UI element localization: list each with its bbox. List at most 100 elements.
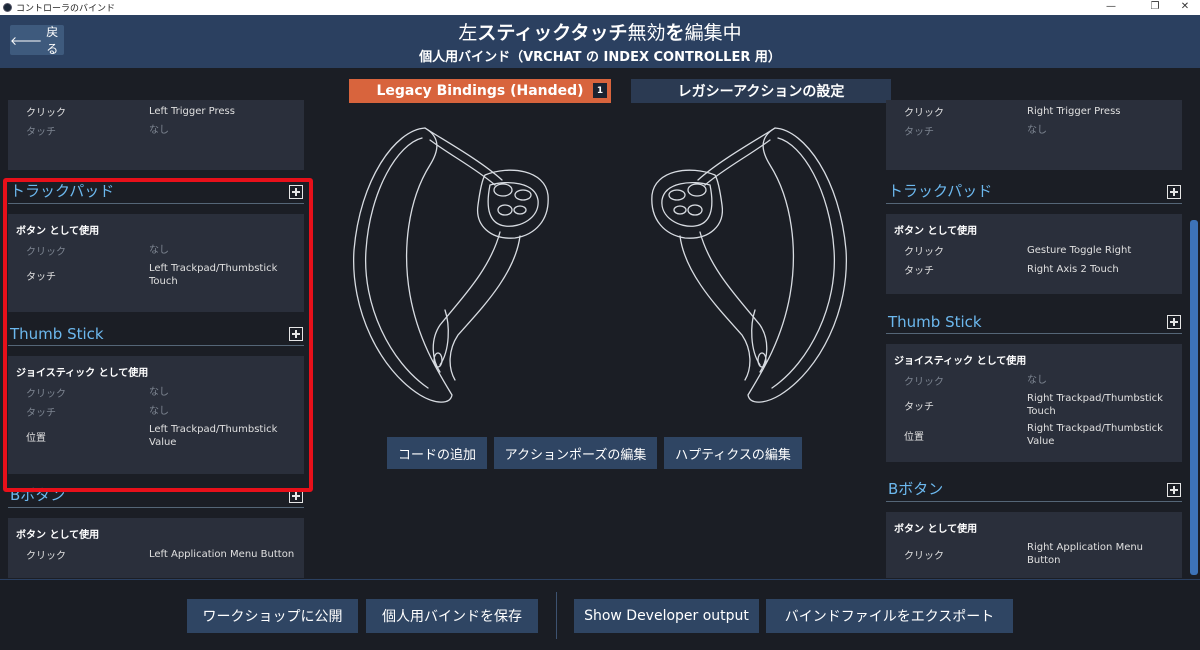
page-subtitle: 個人用バインド（VRCHAT の INDEX CONTROLLER 用） (419, 50, 781, 65)
binding-value[interactable]: なし (149, 386, 296, 399)
binding-row: タッチ なし (16, 123, 296, 138)
page-title: 左スティックタッチ無効を編集中 (0, 18, 1200, 45)
binding-row: クリック なし (16, 385, 296, 400)
plus-icon[interactable] (289, 185, 303, 199)
left-binding-column[interactable]: クリック Left Trigger Press タッチ なし トラックパッド ボ… (8, 100, 304, 578)
section-thumbstick: Thumb Stick (8, 320, 304, 346)
binding-value[interactable]: Left Trackpad/Thumbstick Value (149, 423, 296, 449)
show-developer-output-button[interactable]: Show Developer output (574, 599, 759, 633)
steam-icon (3, 3, 12, 12)
mode-label: ジョイスティック として使用 (16, 368, 149, 379)
binding-value[interactable]: なし (1027, 124, 1174, 137)
binding-row: クリック Left Application Menu Button (16, 547, 296, 562)
right-controller-icon (651, 127, 847, 403)
binding-value[interactable]: Right Axis 2 Touch (1027, 263, 1174, 276)
edit-haptics-button[interactable]: ハプティクスの編集 (664, 437, 802, 469)
binding-row: タッチ なし (16, 404, 296, 419)
minimize-icon[interactable]: — (1096, 0, 1126, 15)
title-prefix: 左 (458, 22, 478, 44)
binding-value[interactable]: なし (1027, 374, 1174, 387)
right-b-button-card[interactable]: ボタン として使用 クリック Right Application Menu Bu… (886, 512, 1182, 578)
binding-value[interactable]: Right Trackpad/Thumbstick Touch (1027, 392, 1174, 418)
tab-legacy-bindings[interactable]: Legacy Bindings (Handed) 1 (349, 79, 611, 103)
page-header: 🡐 戻る 左スティックタッチ無効を編集中 個人用バインド（VRCHAT の IN… (0, 15, 1200, 68)
mode-label: ボタン として使用 (16, 530, 100, 541)
binding-key: クリック (904, 108, 944, 119)
binding-key: クリック (904, 247, 944, 258)
edit-action-pose-button[interactable]: アクションポーズの編集 (494, 437, 657, 469)
binding-key: タッチ (904, 127, 934, 138)
binding-row: タッチ Right Axis 2 Touch (894, 262, 1174, 277)
save-personal-binding-button[interactable]: 個人用バインドを保存 (366, 599, 538, 633)
plus-icon[interactable] (1167, 185, 1181, 199)
section-title: Bボタン (10, 486, 66, 504)
binding-key: タッチ (26, 408, 56, 419)
window-title: コントローラのバインド (16, 4, 116, 14)
binding-value[interactable]: Right Trigger Press (1027, 105, 1174, 118)
plus-icon[interactable] (1167, 315, 1181, 329)
binding-row: タッチ Right Trackpad/Thumbstick Touch (894, 392, 1174, 418)
left-trigger-card: クリック Left Trigger Press タッチ なし (8, 100, 304, 170)
binding-key: クリック (26, 389, 66, 400)
close-icon[interactable]: ✕ (1170, 0, 1200, 15)
binding-value[interactable]: なし (149, 244, 296, 257)
title-suffix: 編集中 (684, 22, 742, 44)
binding-row: タッチ なし (894, 123, 1174, 138)
mode-label: ボタン として使用 (16, 226, 100, 237)
binding-value[interactable]: Right Trackpad/Thumbstick Value (1027, 422, 1174, 448)
controller-illustration (340, 110, 860, 420)
section-trackpad: トラックパッド (8, 178, 304, 204)
right-trigger-card: クリック Right Trigger Press タッチ なし (886, 100, 1182, 170)
binding-row: クリック Right Trigger Press (894, 104, 1174, 119)
footer-divider (556, 592, 557, 639)
binding-key: 位置 (904, 431, 924, 443)
title-mid: 無効 (627, 22, 666, 44)
binding-key: クリック (26, 247, 66, 258)
section-title: Thumb Stick (888, 313, 982, 331)
left-thumbstick-card[interactable]: ジョイスティック として使用 クリック なし タッチ なし 位置 Left Tr… (8, 356, 304, 474)
scrollbar-thumb[interactable] (1190, 220, 1198, 575)
mode-label: ボタン として使用 (894, 226, 978, 237)
right-thumbstick-card[interactable]: ジョイスティック として使用 クリック なし タッチ Right Trackpa… (886, 344, 1182, 462)
binding-key: タッチ (26, 127, 56, 138)
binding-value[interactable]: Left Trigger Press (149, 105, 296, 118)
binding-row: 位置 Right Trackpad/Thumbstick Value (894, 422, 1174, 448)
binding-row: クリック Gesture Toggle Right (894, 243, 1174, 258)
publish-workshop-button[interactable]: ワークショップに公開 (187, 599, 358, 633)
binding-row: クリック Left Trigger Press (16, 104, 296, 119)
section-b-button: Bボタン (8, 482, 304, 508)
add-chord-button[interactable]: コードの追加 (387, 437, 487, 469)
binding-key: クリック (26, 551, 66, 562)
binding-value[interactable]: Left Application Menu Button (149, 548, 296, 561)
maximize-icon[interactable]: ❐ (1140, 0, 1170, 15)
binding-value[interactable]: Gesture Toggle Right (1027, 244, 1174, 257)
binding-row: クリック Right Application Menu Button (894, 541, 1174, 567)
binding-value[interactable]: Left Trackpad/Thumbstick Touch (149, 262, 296, 288)
section-title: トラックパッド (10, 182, 115, 200)
section-b-button: Bボタン (886, 476, 1182, 502)
index-controllers-icon (353, 127, 847, 403)
binding-row: タッチ Left Trackpad/Thumbstick Touch (16, 262, 296, 288)
export-binding-file-button[interactable]: バインドファイルをエクスポート (766, 599, 1013, 633)
binding-value[interactable]: なし (149, 405, 296, 418)
plus-icon[interactable] (289, 327, 303, 341)
plus-icon[interactable] (289, 489, 303, 503)
left-b-button-card[interactable]: ボタン として使用 クリック Left Application Menu But… (8, 518, 304, 578)
left-trackpad-card[interactable]: ボタン として使用 クリック なし タッチ Left Trackpad/Thum… (8, 214, 304, 312)
tab-legacy-actions[interactable]: レガシーアクションの設定 (631, 79, 891, 103)
title-bold2: を (665, 22, 685, 44)
binding-value[interactable]: Right Application Menu Button (1027, 541, 1174, 567)
tab-legacy-label: Legacy Bindings (Handed) (376, 83, 584, 99)
right-trackpad-card[interactable]: ボタン として使用 クリック Gesture Toggle Right タッチ … (886, 214, 1182, 294)
binding-row: 位置 Left Trackpad/Thumbstick Value (16, 423, 296, 449)
binding-value[interactable]: なし (149, 124, 296, 137)
binding-key: タッチ (904, 401, 934, 413)
binding-key: 位置 (26, 432, 46, 444)
footer-bar: ワークショップに公開 個人用バインドを保存 Show Developer out… (0, 579, 1200, 650)
section-title: トラックパッド (888, 182, 993, 200)
left-controller-icon (353, 127, 549, 403)
plus-icon[interactable] (1167, 483, 1181, 497)
section-title: Bボタン (888, 480, 944, 498)
mode-label: ジョイスティック として使用 (894, 356, 1027, 367)
right-binding-column[interactable]: クリック Right Trigger Press タッチ なし トラックパッド … (886, 100, 1182, 578)
